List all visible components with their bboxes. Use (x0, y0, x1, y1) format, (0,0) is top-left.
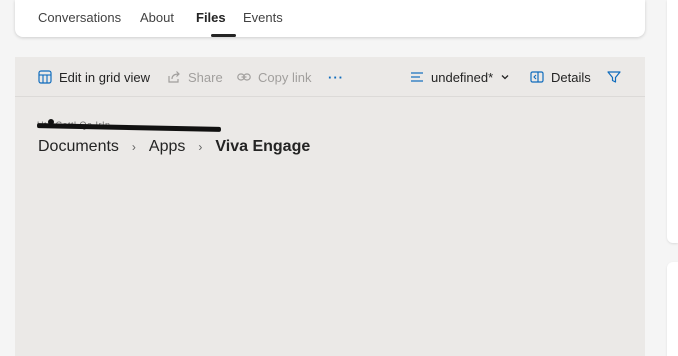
grid-icon (38, 70, 52, 84)
breadcrumb-apps[interactable]: Apps (149, 138, 185, 156)
share-label: Share (188, 69, 223, 85)
edit-grid-view-button[interactable]: Edit in grid view (38, 68, 150, 86)
filter-icon (607, 71, 621, 83)
tab-events[interactable]: Events (243, 10, 283, 25)
side-panel-card (667, 0, 678, 243)
link-icon (237, 73, 251, 81)
view-selector-dropdown[interactable]: undefined* (410, 68, 510, 86)
breadcrumb-documents[interactable]: Documents (38, 138, 119, 156)
breadcrumb: Documents › Apps › Viva Engage (38, 138, 310, 156)
filter-button[interactable] (607, 68, 621, 86)
active-tab-indicator (211, 34, 236, 37)
share-button[interactable]: Share (167, 68, 223, 86)
edit-grid-view-label: Edit in grid view (59, 69, 151, 85)
copy-link-button[interactable]: Copy link (237, 68, 311, 86)
more-icon: ··· (328, 69, 344, 85)
tab-conversations[interactable]: Conversations (38, 10, 121, 25)
chevron-right-icon: › (198, 140, 203, 154)
tab-bar: Conversations About Files Events (15, 0, 645, 37)
redaction-bar (36, 123, 222, 132)
view-selector-label: undefined* (431, 69, 494, 85)
command-bar: Edit in grid view Share Copy link ··· un… (15, 57, 645, 97)
list-view-icon (411, 72, 423, 82)
more-options-button[interactable]: ··· (328, 68, 344, 86)
tab-files[interactable]: Files (196, 10, 226, 25)
details-pane-icon (530, 71, 544, 83)
share-icon (168, 71, 180, 83)
copy-link-label: Copy link (258, 69, 312, 85)
details-button[interactable]: Details (530, 68, 591, 86)
chevron-right-icon: › (131, 140, 136, 154)
breadcrumb-viva-engage: Viva Engage (215, 138, 311, 155)
files-panel: Edit in grid view Share Copy link ··· un… (15, 57, 645, 356)
side-panel-card-lower (667, 262, 678, 356)
chevron-down-icon (501, 75, 509, 80)
redacted-site-path: Ut l Cattl Qa IrIn (36, 119, 223, 132)
tab-about[interactable]: About (140, 10, 174, 25)
details-label: Details (551, 69, 591, 85)
